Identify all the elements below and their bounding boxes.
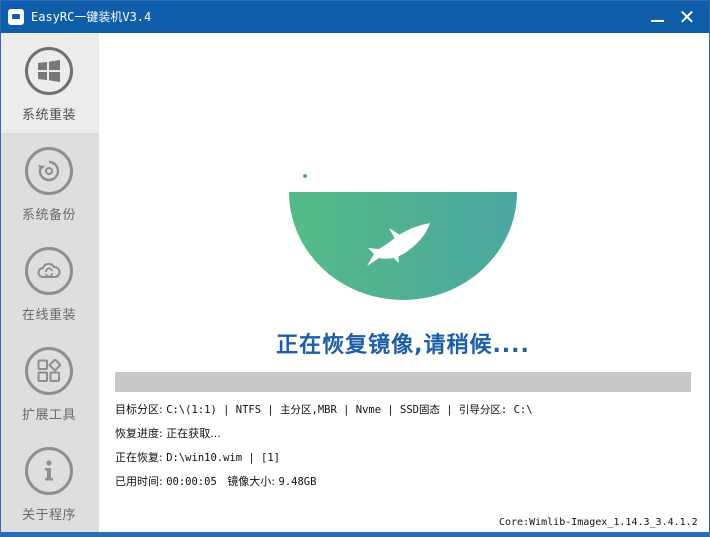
windows-icon — [25, 47, 73, 95]
target-partition-line: 目标分区: C:\(1:1) | NTFS | 主分区,MBR | Nvme |… — [115, 401, 533, 417]
target-partition-value: C:\(1:1) | NTFS | 主分区,MBR | Nvme | SSD固态… — [166, 404, 533, 416]
app-icon — [8, 9, 24, 25]
restore-progress-line: 恢复进度: 正在获取... — [115, 425, 221, 441]
app-window: EasyRC一键装机V3.4 ✕ 系统重装 系统备份 在线重装 扩展工具 关于程… — [0, 0, 710, 537]
elapsed-line: 已用时间: 00:00:05 镜像大小: 9.48GB — [115, 473, 316, 489]
status-title: 正在恢复镜像,请稍候.... — [276, 333, 530, 358]
bottom-border — [1, 532, 709, 536]
tools-grid-icon — [25, 347, 73, 395]
restoring-label: 正在恢复: — [115, 451, 163, 464]
sidebar-item-system-backup[interactable]: 系统备份 — [1, 133, 99, 233]
restore-progress-value: 正在获取... — [166, 427, 221, 440]
sidebar-item-system-reinstall[interactable]: 系统重装 — [1, 33, 99, 133]
restoring-line: 正在恢复: D:\win10.wim | [1] — [115, 449, 280, 465]
minimize-button[interactable] — [643, 1, 673, 33]
target-partition-label: 目标分区: — [115, 403, 163, 416]
image-size-value: 9.48GB — [278, 476, 317, 488]
close-button[interactable]: ✕ — [672, 1, 702, 33]
sidebar-item-label: 扩展工具 — [21, 408, 76, 423]
sidebar-item-label: 系统备份 — [21, 208, 76, 223]
sidebar: 系统重装 系统备份 在线重装 扩展工具 关于程序 — [1, 33, 99, 532]
title-bar[interactable]: EasyRC一键装机V3.4 ✕ — [1, 1, 709, 33]
elapsed-label: 已用时间: — [115, 475, 163, 488]
fish-bowl-logo — [289, 174, 517, 300]
sidebar-item-extension-tools[interactable]: 扩展工具 — [1, 333, 99, 433]
backup-icon — [25, 147, 73, 195]
core-version: Core:Wimlib-Imagex_1.14.3_3.4.1.2 — [499, 517, 698, 528]
info-icon — [25, 447, 73, 495]
main-panel: 正在恢复镜像,请稍候.... 目标分区: C:\(1:1) | NTFS | 主… — [99, 33, 709, 532]
window-title: EasyRC一键装机V3.4 — [31, 10, 152, 24]
restore-progress-label: 恢复进度: — [115, 427, 163, 440]
sidebar-item-label: 系统重装 — [21, 108, 76, 123]
sidebar-item-about[interactable]: 关于程序 — [1, 433, 99, 533]
cloud-sync-icon — [25, 247, 73, 295]
progress-bar — [115, 372, 691, 392]
elapsed-value: 00:00:05 — [166, 476, 217, 488]
sidebar-item-label: 在线重装 — [21, 308, 76, 323]
sidebar-item-online-reinstall[interactable]: 在线重装 — [1, 233, 99, 333]
sidebar-item-label: 关于程序 — [21, 508, 76, 523]
restoring-value: D:\win10.wim | [1] — [166, 452, 281, 464]
image-size-label: 镜像大小: — [227, 475, 276, 488]
